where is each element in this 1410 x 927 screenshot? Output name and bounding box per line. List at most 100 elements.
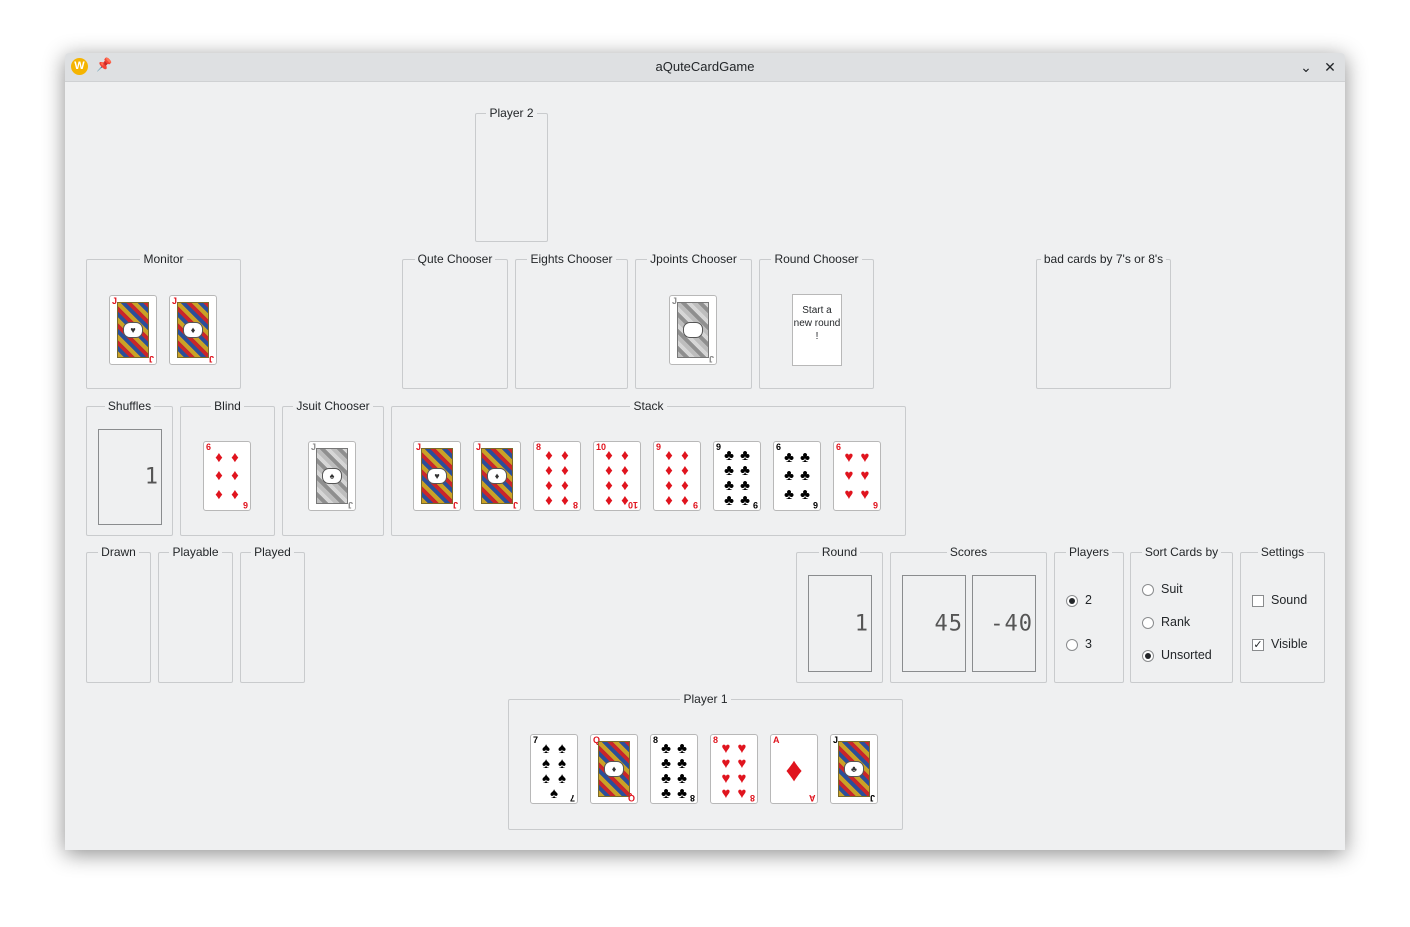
drawn-legend: Drawn [98, 545, 139, 559]
visible-checkbox[interactable]: ✓ Visible [1252, 637, 1308, 651]
drawn-group: Drawn [86, 545, 151, 683]
playing-card[interactable]: Q ♦ Q [590, 734, 638, 804]
card-pip: ♥ [844, 486, 854, 504]
qute-chooser-legend: Qute Chooser [414, 252, 496, 266]
card-pip: ♦ [561, 477, 569, 494]
checkbox-icon[interactable] [1252, 594, 1264, 607]
playing-card[interactable]: J ♣ J [830, 734, 878, 804]
playing-card[interactable]: J ♥ J [109, 295, 157, 365]
card-pip: ♣ [740, 447, 750, 464]
playing-card[interactable]: 7 ♠ ♠ ♠ ♠ ♠ ♠ ♠ 7 [530, 734, 578, 804]
card-pips: ♥ ♥ ♥ ♥ ♥ ♥ [841, 448, 873, 504]
score-player1: 45 [934, 611, 963, 636]
card-pip: ♠ [558, 755, 566, 772]
shuffles-lcd: 1 [98, 429, 162, 525]
playing-card[interactable]: A ♦ A [770, 734, 818, 804]
sound-label: Sound [1271, 593, 1308, 607]
card-pips: ♠ ♠ ♠ ♠ ♠ ♠ ♠ [538, 740, 570, 801]
card-suit: ♦ [487, 468, 507, 484]
card-pip: ♥ [860, 467, 870, 485]
playing-card[interactable]: J ♦ J [169, 295, 217, 365]
card-pip: ♥ [860, 448, 870, 466]
card-rank: J [869, 793, 875, 803]
card-rank: A [773, 735, 780, 745]
card-pips: ♥ ♥ ♥ ♥ ♥ ♥ ♥ ♥ [718, 741, 750, 801]
start-new-round-card[interactable]: Start a new round ! [792, 294, 842, 366]
card-rank: J [148, 354, 154, 364]
card-pip: ♦ [561, 462, 569, 479]
card-pip: ♠ [558, 740, 566, 757]
card-pip: ♣ [724, 477, 734, 494]
card-pip: ♦ [545, 447, 553, 464]
card-pip: ♣ [677, 740, 687, 757]
sort-radio-suit[interactable]: Suit [1142, 582, 1183, 596]
sort-legend: Sort Cards by [1141, 545, 1222, 559]
card-pip: ♣ [661, 755, 671, 772]
card-pip: ♦ [231, 448, 239, 466]
card-suit: ♦ [183, 322, 203, 338]
playing-card[interactable]: J ♥ J [413, 441, 461, 511]
eights-chooser-group: Eights Chooser [515, 252, 628, 389]
sort-group: Sort Cards by Suit Rank Unsorted [1130, 545, 1233, 683]
titlebar[interactable]: W 📌 aQuteCardGame ⌄ ✕ [65, 53, 1345, 82]
round-value: 1 [854, 611, 869, 636]
checkbox-icon[interactable]: ✓ [1252, 638, 1264, 651]
radio-icon[interactable] [1066, 594, 1078, 607]
playing-card[interactable]: 6 ♣ ♣ ♣ ♣ ♣ ♣ 6 [773, 441, 821, 511]
sound-checkbox[interactable]: Sound [1252, 593, 1307, 607]
score-player2: -40 [990, 611, 1033, 636]
card-pip: ♦ [665, 462, 673, 479]
playing-card[interactable]: J ♠ J [308, 441, 356, 511]
card-pip: ♥ [721, 770, 731, 787]
card-pip: ♦ [621, 477, 629, 494]
minimize-icon[interactable]: ⌄ [1295, 56, 1317, 78]
playing-card[interactable]: 8 ♣ ♣ ♣ ♣ ♣ ♣ ♣ ♣ 8 [650, 734, 698, 804]
card-pip: ♣ [661, 770, 671, 787]
playing-card[interactable]: 10♦♦♦♦♦♦♦♦♦♦10 [593, 441, 641, 511]
radio-icon[interactable] [1142, 583, 1154, 596]
radio-icon[interactable] [1066, 638, 1078, 651]
players-radio-2[interactable]: 2 [1066, 593, 1092, 607]
card-rank: 8 [749, 793, 755, 803]
card-pip: ♦ [231, 486, 239, 504]
qute-chooser-group: Qute Chooser [402, 252, 508, 389]
close-icon[interactable]: ✕ [1319, 56, 1341, 78]
jsuit-chooser-legend: Jsuit Chooser [293, 399, 373, 413]
playing-card[interactable]: J ♦ J [473, 441, 521, 511]
card-pip: ♦ [561, 447, 569, 464]
sort-radio-rank[interactable]: Rank [1142, 615, 1190, 629]
playing-card[interactable]: 6 ♦ ♦ ♦ ♦ ♦ ♦ 6 [203, 441, 251, 511]
playing-card[interactable]: 8 ♦ ♦ ♦ ♦ ♦ ♦ ♦ ♦ 8 [533, 441, 581, 511]
card-rank: 10 [627, 500, 638, 510]
card-suit [683, 322, 703, 338]
card-pip: ♥ [860, 486, 870, 504]
round-chooser-legend: Round Chooser [771, 252, 862, 266]
playing-card[interactable]: 6 ♥ ♥ ♥ ♥ ♥ ♥ 6 [833, 441, 881, 511]
card-pip: ♦ [665, 492, 673, 509]
card-pip: ♦ [215, 467, 223, 485]
radio-icon[interactable] [1142, 616, 1154, 629]
playing-card[interactable]: 9♣♣♣♣♣♣♣♣♣9 [713, 441, 761, 511]
sort-radio-unsorted[interactable]: Unsorted [1142, 648, 1212, 662]
card-pip: ♥ [844, 467, 854, 485]
card-pip: ♣ [724, 447, 734, 464]
players-radio-3[interactable]: 3 [1066, 637, 1092, 651]
round-group: Round 1 [796, 545, 883, 683]
blind-legend: Blind [211, 399, 244, 413]
card-pip: ♠ [558, 770, 566, 787]
card-pip: ♦ [621, 447, 629, 464]
player1-group: Player 1 7 ♠ ♠ ♠ ♠ ♠ ♠ ♠ 7 Q ♦ Q 8 ♣ ♣ ♣ ♣ ♣ ♣ ♣ ♣ 8 8 ♥ ♥ ♥ ♥ ♥ ♥ ♥ ♥… [508, 692, 903, 830]
playing-card[interactable]: JJ [669, 295, 717, 365]
monitor-group: Monitor J ♥ J J ♦ J [86, 252, 241, 389]
playing-card[interactable]: 8 ♥ ♥ ♥ ♥ ♥ ♥ ♥ ♥ 8 [710, 734, 758, 804]
radio-icon[interactable] [1142, 649, 1154, 662]
card-pips: ♦♦♦♦♦♦♦♦♦ [661, 448, 693, 510]
card-rank: 6 [812, 500, 818, 510]
card-pip: ♦ [561, 492, 569, 509]
player1-legend: Player 1 [680, 692, 731, 706]
playing-card[interactable]: 9♦♦♦♦♦♦♦♦♦9 [653, 441, 701, 511]
card-rank: 9 [692, 500, 698, 510]
card-pip: ♣ [661, 740, 671, 757]
card-suit: ♦ [785, 751, 803, 789]
blind-group: Blind 6 ♦ ♦ ♦ ♦ ♦ ♦ 6 [180, 399, 275, 536]
